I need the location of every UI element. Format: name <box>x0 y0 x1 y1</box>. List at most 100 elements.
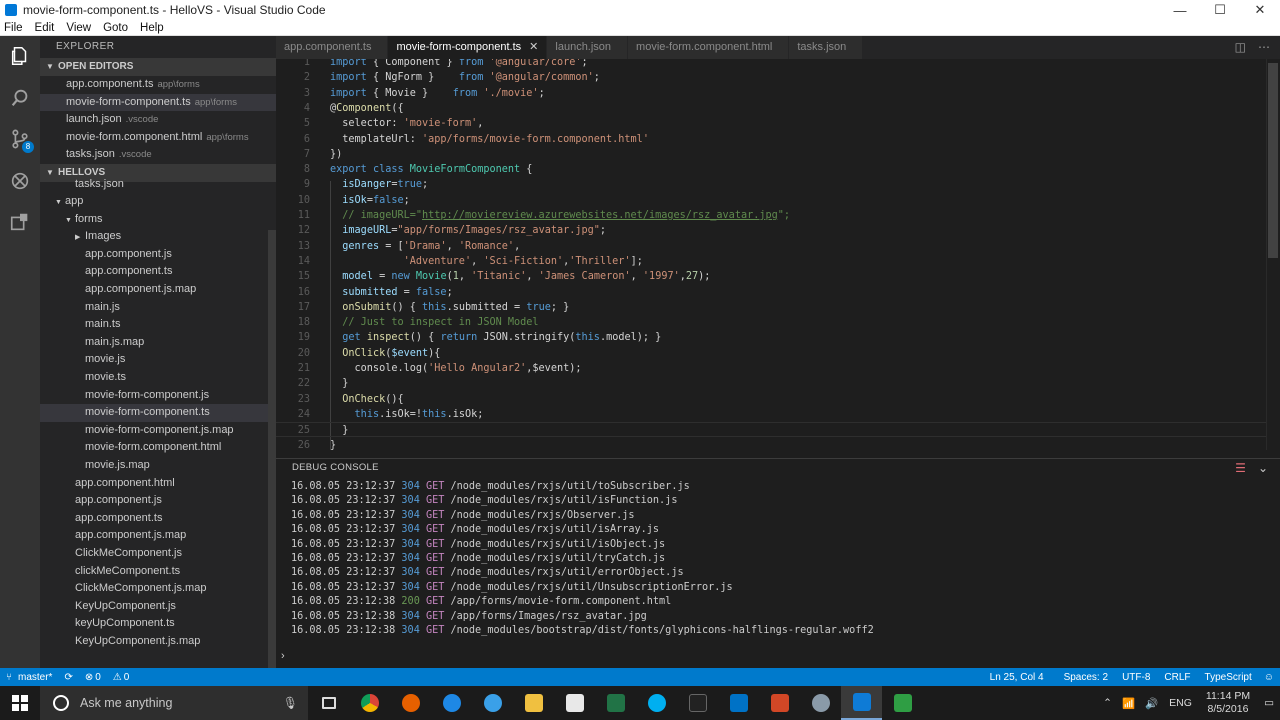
code-line[interactable]: 18 // Just to inspect in JSON Model <box>276 315 1266 330</box>
code-line[interactable]: 16 submitted = false; <box>276 285 1266 300</box>
task-view-button[interactable] <box>308 686 349 720</box>
tree-file[interactable]: ClickMeComponent.js <box>40 545 276 563</box>
tree-file[interactable]: movie-form.component.html <box>40 439 276 457</box>
taskbar-skype[interactable] <box>636 686 677 720</box>
open-editor-item[interactable]: launch.json .vscode <box>40 111 276 129</box>
search-icon[interactable] <box>8 86 32 110</box>
minimize-button[interactable]: — <box>1160 3 1200 18</box>
taskbar-firefox[interactable] <box>390 686 431 720</box>
taskbar-app-dark[interactable] <box>677 686 718 720</box>
tree-file[interactable]: tasks.json <box>40 176 276 194</box>
menu-edit[interactable]: Edit <box>35 22 55 34</box>
tree-folder[interactable]: ▼ app <box>40 193 276 211</box>
branch-name[interactable]: master* <box>18 672 52 683</box>
open-editor-item[interactable]: movie-form-component.ts app\forms <box>40 93 276 111</box>
tree-file[interactable]: KeyUpComponent.js <box>40 598 276 616</box>
code-line[interactable]: 19 get inspect() { return JSON.stringify… <box>276 330 1266 345</box>
cursor-position[interactable]: Ln 25, Col 4 <box>990 672 1044 683</box>
taskbar-ie[interactable] <box>472 686 513 720</box>
tree-file[interactable]: movie.js <box>40 351 276 369</box>
code-line[interactable]: 11 // imageURL="http://moviereview.azure… <box>276 208 1266 223</box>
sidebar-scrollbar[interactable] <box>268 230 276 668</box>
tree-file[interactable]: keyUpComponent.ts <box>40 615 276 633</box>
clear-console-icon[interactable]: ☰ <box>1235 461 1246 475</box>
taskbar-tool[interactable] <box>800 686 841 720</box>
editor-tab[interactable]: movie-form-component.ts ✕ <box>388 36 548 59</box>
console-prompt[interactable]: › <box>281 650 285 662</box>
code-line[interactable]: 6 templateUrl: 'app/forms/movie-form.com… <box>276 132 1266 147</box>
code-line[interactable]: 9 isDanger=true; <box>276 177 1266 192</box>
tree-file[interactable]: movie.ts <box>40 369 276 387</box>
explorer-icon[interactable] <box>8 44 32 68</box>
indentation[interactable]: Spaces: 2 <box>1064 672 1108 683</box>
tree-file[interactable]: app.component.js <box>40 492 276 510</box>
tree-file[interactable]: KeyUpComponent.js.map <box>40 633 276 651</box>
code-line[interactable]: 25 } <box>276 422 1266 438</box>
debug-icon[interactable] <box>8 169 32 193</box>
cortana-search-box[interactable]: Ask me anything 🎙 <box>40 686 308 720</box>
collapse-panel-icon[interactable]: ⌄ <box>1258 461 1268 475</box>
code-line[interactable]: 3 import { Movie } from './movie'; <box>276 86 1266 101</box>
code-line[interactable]: 10 isOk=false; <box>276 193 1266 208</box>
code-line[interactable]: 26} <box>276 438 1266 451</box>
tree-file[interactable]: app.component.html <box>40 475 276 493</box>
code-line[interactable]: 2 import { NgForm } from '@angular/common… <box>276 70 1266 85</box>
taskbar-outlook[interactable] <box>718 686 759 720</box>
code-line[interactable]: 15 model = new Movie(1, 'Titanic', 'Jame… <box>276 269 1266 284</box>
tree-file[interactable]: movie-form-component.ts <box>40 404 276 422</box>
split-editor-icon[interactable]: ◫ <box>1235 40 1246 54</box>
code-line[interactable]: 24 this.isOk=!this.isOk; <box>276 407 1266 422</box>
taskbar-file-explorer[interactable] <box>513 686 554 720</box>
tree-file[interactable]: app.component.ts <box>40 263 276 281</box>
code-line[interactable]: 4 @Component({ <box>276 101 1266 116</box>
menu-view[interactable]: View <box>66 22 91 34</box>
tray-chevron-icon[interactable]: ⌃ <box>1103 697 1112 709</box>
taskbar-camtasia[interactable] <box>882 686 923 720</box>
taskbar-chrome[interactable] <box>349 686 390 720</box>
tree-file[interactable]: app.component.js.map <box>40 281 276 299</box>
sync-icon[interactable]: ⟳ <box>64 672 72 683</box>
tree-file[interactable]: app.component.js <box>40 246 276 264</box>
language-mode[interactable]: TypeScript <box>1205 672 1252 683</box>
maximize-button[interactable]: ☐ <box>1200 2 1240 18</box>
menu-goto[interactable]: Goto <box>103 22 128 34</box>
code-line[interactable]: 14 'Adventure', 'Sci-Fiction','Thriller'… <box>276 254 1266 269</box>
taskbar-edge[interactable] <box>431 686 472 720</box>
extensions-icon[interactable] <box>8 210 32 234</box>
encoding[interactable]: UTF-8 <box>1122 672 1150 683</box>
more-actions-icon[interactable]: ⋯ <box>1258 40 1270 54</box>
error-count[interactable]: 0 <box>95 672 101 683</box>
network-icon[interactable]: 📶 <box>1122 697 1135 710</box>
volume-icon[interactable]: 🔊 <box>1145 697 1158 710</box>
line-ending[interactable]: CRLF <box>1164 672 1190 683</box>
code-line[interactable]: 13 genres = ['Drama', 'Romance', <box>276 239 1266 254</box>
close-window-button[interactable]: ✕ <box>1240 2 1280 18</box>
code-line[interactable]: 22 } <box>276 376 1266 391</box>
editor-tab[interactable]: movie-form.component.html <box>628 36 790 59</box>
tree-file[interactable]: movie-form-component.js.map <box>40 422 276 440</box>
input-language[interactable]: ENG <box>1169 697 1192 709</box>
source-control-icon[interactable]: 8 <box>8 127 34 153</box>
tree-file[interactable]: clickMeComponent.ts <box>40 563 276 581</box>
taskbar-excel[interactable] <box>595 686 636 720</box>
open-editor-item[interactable]: movie-form.component.html app\forms <box>40 129 276 147</box>
code-line[interactable]: 20 OnClick($event){ <box>276 346 1266 361</box>
tree-folder[interactable]: ▶ Images <box>40 228 276 246</box>
open-editor-item[interactable]: tasks.json .vscode <box>40 146 276 164</box>
tree-folder[interactable]: ▼ forms <box>40 211 276 229</box>
code-line[interactable]: 5 selector: 'movie-form', <box>276 116 1266 131</box>
code-line[interactable]: 23 OnCheck(){ <box>276 392 1266 407</box>
tree-file[interactable]: main.js <box>40 299 276 317</box>
tree-file[interactable]: movie-form-component.js <box>40 387 276 405</box>
editor-scrollbar[interactable] <box>1266 59 1280 450</box>
code-line[interactable]: 7}) <box>276 147 1266 162</box>
tree-file[interactable]: app.component.ts <box>40 510 276 528</box>
taskbar-vscode[interactable] <box>841 686 882 720</box>
code-line[interactable]: 17 onSubmit() { this.submitted = true; } <box>276 300 1266 315</box>
editor-tab[interactable]: app.component.ts <box>276 36 389 59</box>
menu-help[interactable]: Help <box>140 22 164 34</box>
open-editors-header[interactable]: ▼ OPEN EDITORS <box>40 58 276 76</box>
clock[interactable]: 11:14 PM 8/5/2016 <box>1206 690 1250 716</box>
code-line[interactable]: 1 import { Component } from '@angular/cor… <box>276 59 1266 70</box>
code-editor[interactable]: 1 import { Component } from '@angular/cor… <box>276 59 1280 450</box>
